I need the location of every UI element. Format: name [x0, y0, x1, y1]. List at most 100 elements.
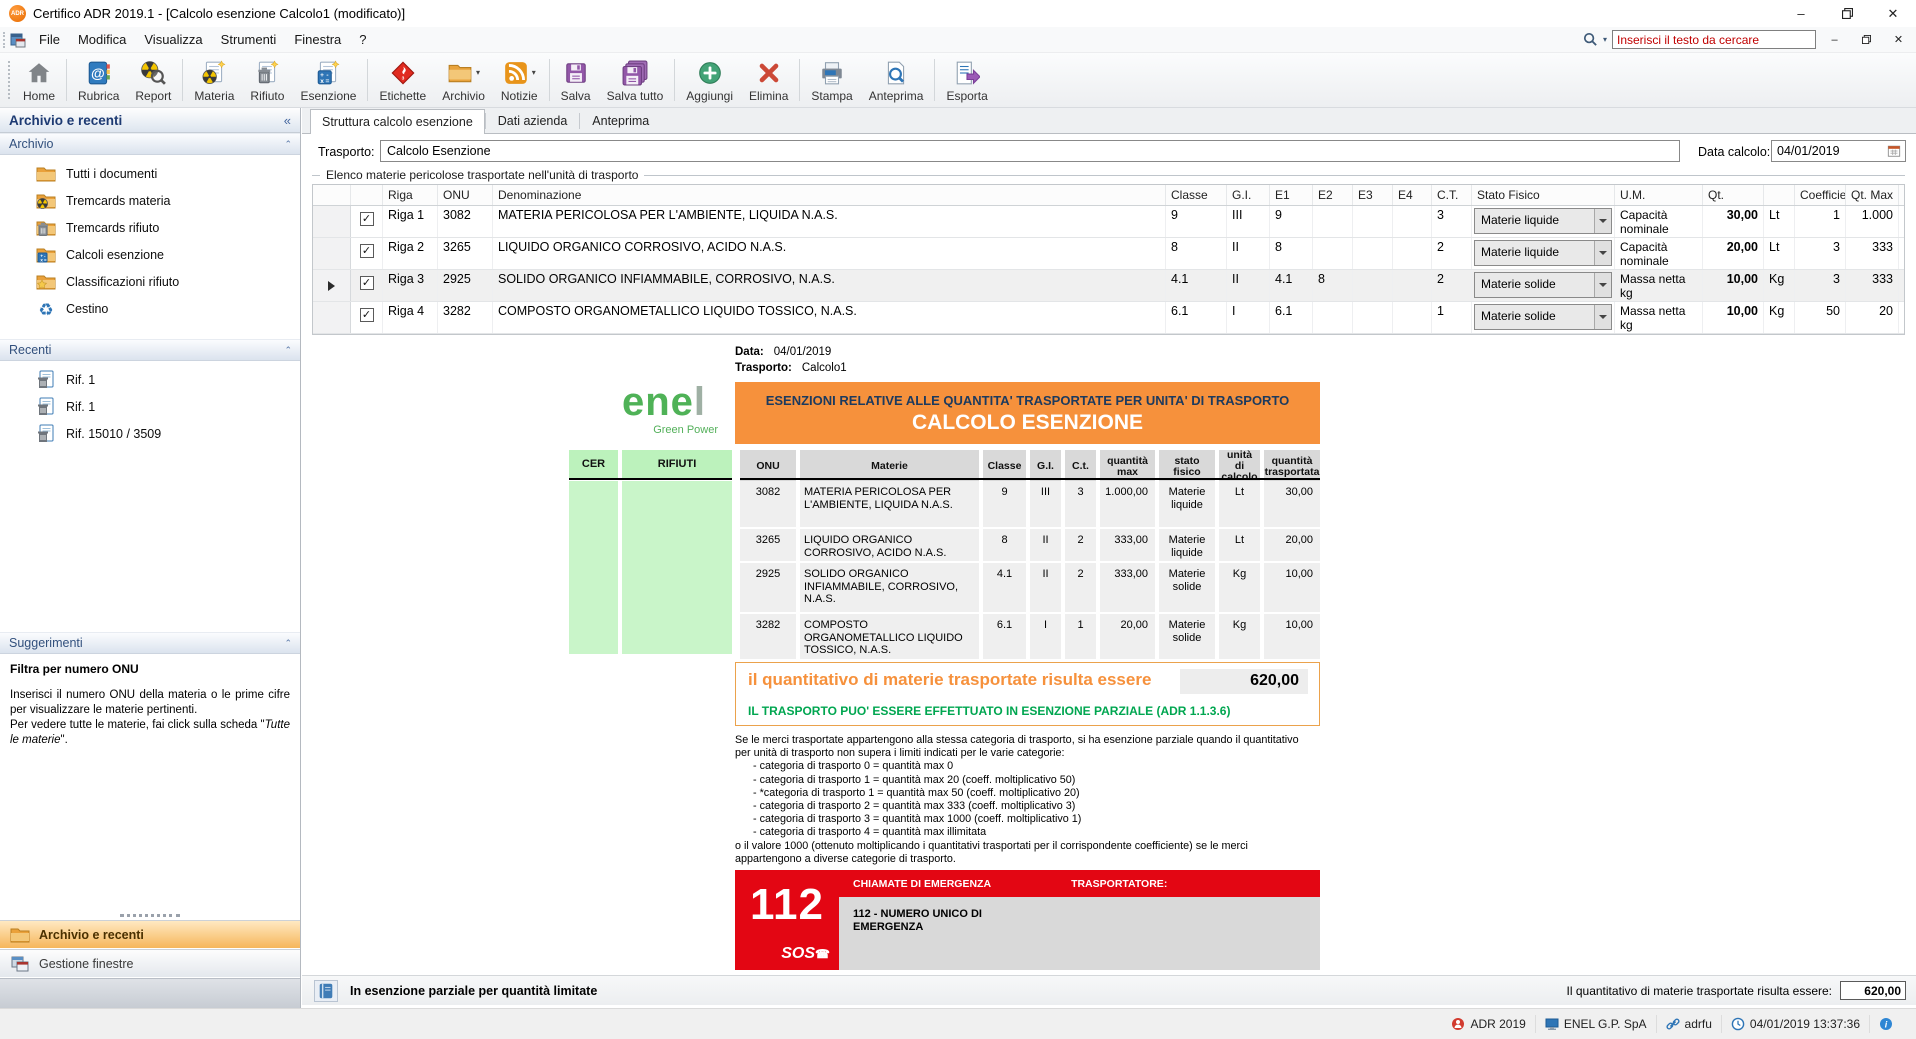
row-checkbox[interactable]: ✓: [360, 276, 374, 290]
toolbar-materia-button[interactable]: Materia: [186, 53, 242, 107]
grid-row[interactable]: ✓Riga 32925SOLIDO ORGANICO INFIAMMABILE,…: [313, 270, 1904, 302]
toolbar-archivio-button[interactable]: ▾Archivio: [434, 53, 493, 107]
grid-column-header[interactable]: Coefficiente: [1795, 185, 1846, 205]
menu-item[interactable]: ?: [350, 27, 375, 52]
child-restore-button[interactable]: [1853, 30, 1880, 49]
grid-column-header[interactable]: U.M.: [1615, 185, 1703, 205]
sidebar-item-tremcards-materia[interactable]: Tremcards materia: [0, 187, 300, 214]
data-calcolo-field[interactable]: 04/01/2019: [1771, 140, 1906, 162]
toolbar-stampa-button[interactable]: Stampa: [803, 53, 860, 107]
combobox-arrow-icon[interactable]: [1594, 241, 1611, 265]
grid-column-header[interactable]: E4: [1393, 185, 1432, 205]
menu-modifica[interactable]: Modifica: [69, 27, 135, 52]
toolbar-anteprima-button[interactable]: Anteprima: [861, 53, 932, 107]
suggestions-header[interactable]: Suggerimenti ⌃: [0, 632, 300, 654]
child-minimize-button[interactable]: –: [1821, 30, 1848, 49]
stato-fisico-combobox[interactable]: Materie liquide: [1474, 240, 1612, 266]
toolbar-home-button[interactable]: Home: [15, 53, 63, 107]
grid-column-header[interactable]: ONU: [438, 185, 493, 205]
toolbar-etichette-button[interactable]: 3Etichette: [371, 53, 434, 107]
chevron-up-icon[interactable]: ⌃: [284, 139, 291, 150]
svg-text:=: =: [326, 78, 330, 85]
toolbar-notizie-button[interactable]: ▾Notizie: [493, 53, 546, 107]
sidebar-button-gestione-finestre[interactable]: Gestione finestre: [0, 949, 300, 977]
grid-column-header[interactable]: E3: [1353, 185, 1393, 205]
grid-row[interactable]: ✓Riga 43282COMPOSTO ORGANOMETALLICO LIQU…: [313, 302, 1904, 334]
sidebar-group-archivio[interactable]: Archivio⌃: [0, 133, 300, 155]
sidebar-item-tremcards-rifiuto[interactable]: Tremcards rifiuto: [0, 214, 300, 241]
sidebar-item-classificazioni-rifiuto[interactable]: Classificazioni rifiuto: [0, 268, 300, 295]
grid-column-header[interactable]: Classe: [1166, 185, 1227, 205]
grid-column-header[interactable]: [1764, 185, 1795, 205]
stato-fisico-combobox[interactable]: Materie solide: [1474, 272, 1612, 298]
collapse-chevron-icon[interactable]: «: [284, 113, 291, 128]
sidebar-item-tutti-i-documenti[interactable]: Tutti i documenti: [0, 160, 300, 187]
toolbar-aggiungi-button[interactable]: Aggiungi: [678, 53, 741, 107]
trasporto-input[interactable]: [380, 140, 1680, 162]
menu-strumenti[interactable]: Strumenti: [212, 27, 286, 52]
menu-file[interactable]: File: [30, 27, 69, 52]
sidebar-item-rif-1[interactable]: Rif. 1: [0, 366, 300, 393]
toolbar-rifiuto-button[interactable]: Rifiuto: [242, 53, 292, 107]
tab-struttura-calcolo-esenzione[interactable]: Struttura calcolo esenzione: [310, 109, 485, 134]
chevron-up-icon[interactable]: ⌃: [284, 345, 291, 356]
tab-anteprima[interactable]: Anteprima: [580, 108, 661, 133]
sidebar-item-calcoli-esenzione[interactable]: +-x=Calcoli esenzione: [0, 241, 300, 268]
toolbar-esporta-button[interactable]: Esporta: [938, 53, 995, 107]
restore-button[interactable]: [1824, 0, 1870, 27]
book-icon[interactable]: [314, 980, 338, 1002]
grid-column-header[interactable]: Qt. Max: [1846, 185, 1899, 205]
toolbar-esenzione-button[interactable]: +-x=Esenzione: [292, 53, 364, 107]
stato-fisico-combobox[interactable]: Materie solide: [1474, 304, 1612, 330]
sidebar-item-rif-1[interactable]: Rif. 1: [0, 393, 300, 420]
grid-column-header[interactable]: Riga: [383, 185, 438, 205]
search-icon[interactable]: [1583, 32, 1598, 47]
sidebar-item-rif-15010-3509[interactable]: Rif. 15010 / 3509: [0, 420, 300, 447]
grid-column-header[interactable]: Denominazione: [493, 185, 1166, 205]
toolbar-elimina-button[interactable]: Elimina: [741, 53, 796, 107]
row-selector[interactable]: [313, 302, 351, 333]
grid-row[interactable]: ✓Riga 13082MATERIA PERICOLOSA PER L'AMBI…: [313, 206, 1904, 238]
row-checkbox[interactable]: ✓: [360, 244, 374, 258]
combobox-arrow-icon[interactable]: [1594, 305, 1611, 329]
combobox-arrow-icon[interactable]: [1594, 209, 1611, 233]
toolbar-rubrica-button[interactable]: @Rubrica: [70, 53, 127, 107]
chevron-up-icon[interactable]: ⌃: [284, 638, 291, 649]
grid-column-header[interactable]: Qt.: [1703, 185, 1764, 205]
data-calcolo-value[interactable]: 04/01/2019: [1772, 144, 1883, 158]
toolbar-salva-button[interactable]: Salva: [553, 53, 599, 107]
grid-column-header[interactable]: E1: [1270, 185, 1313, 205]
menu-finestra[interactable]: Finestra: [285, 27, 350, 52]
row-checkbox[interactable]: ✓: [360, 308, 374, 322]
calendar-icon[interactable]: [1883, 141, 1905, 161]
search-input[interactable]: [1612, 30, 1816, 49]
stato-fisico-combobox[interactable]: Materie liquide: [1474, 208, 1612, 234]
row-selector[interactable]: [313, 206, 351, 237]
dropdown-caret-icon[interactable]: ▾: [532, 68, 536, 77]
sidebar-button-archivio-e-recenti[interactable]: Archivio e recenti: [0, 920, 300, 948]
grid-column-header[interactable]: C.T.: [1432, 185, 1472, 205]
dropdown-caret-icon[interactable]: ▾: [476, 68, 480, 77]
child-close-button[interactable]: ✕: [1885, 30, 1912, 49]
minimize-button[interactable]: –: [1778, 0, 1824, 27]
grid-column-header[interactable]: [351, 185, 383, 205]
search-options-caret-icon[interactable]: ▾: [1603, 35, 1607, 44]
grid-column-header[interactable]: Stato Fisico: [1472, 185, 1615, 205]
tab-dati-azienda[interactable]: Dati azienda: [486, 108, 580, 133]
row-selector[interactable]: [313, 270, 351, 301]
sidebar-item-cestino[interactable]: ♻Cestino: [0, 295, 300, 322]
toolbar-report-button[interactable]: Report: [127, 53, 179, 107]
menu-visualizza[interactable]: Visualizza: [135, 27, 211, 52]
row-checkbox[interactable]: ✓: [360, 212, 374, 226]
row-selector[interactable]: [313, 238, 351, 269]
sidebar-group-recenti[interactable]: Recenti⌃: [0, 339, 300, 361]
combobox-arrow-icon[interactable]: [1594, 273, 1611, 297]
grid-row[interactable]: ✓Riga 23265LIQUIDO ORGANICO CORROSIVO, A…: [313, 238, 1904, 270]
folder-star-icon: [36, 272, 56, 292]
grid-column-header[interactable]: E2: [1313, 185, 1353, 205]
toolbar-salva-tutto-button[interactable]: Salva tutto: [599, 53, 672, 107]
close-button[interactable]: ✕: [1870, 0, 1916, 27]
grid-column-header[interactable]: G.I.: [1227, 185, 1270, 205]
grid-column-header[interactable]: [313, 185, 351, 205]
sidebar-splitter-grip[interactable]: [120, 914, 180, 917]
